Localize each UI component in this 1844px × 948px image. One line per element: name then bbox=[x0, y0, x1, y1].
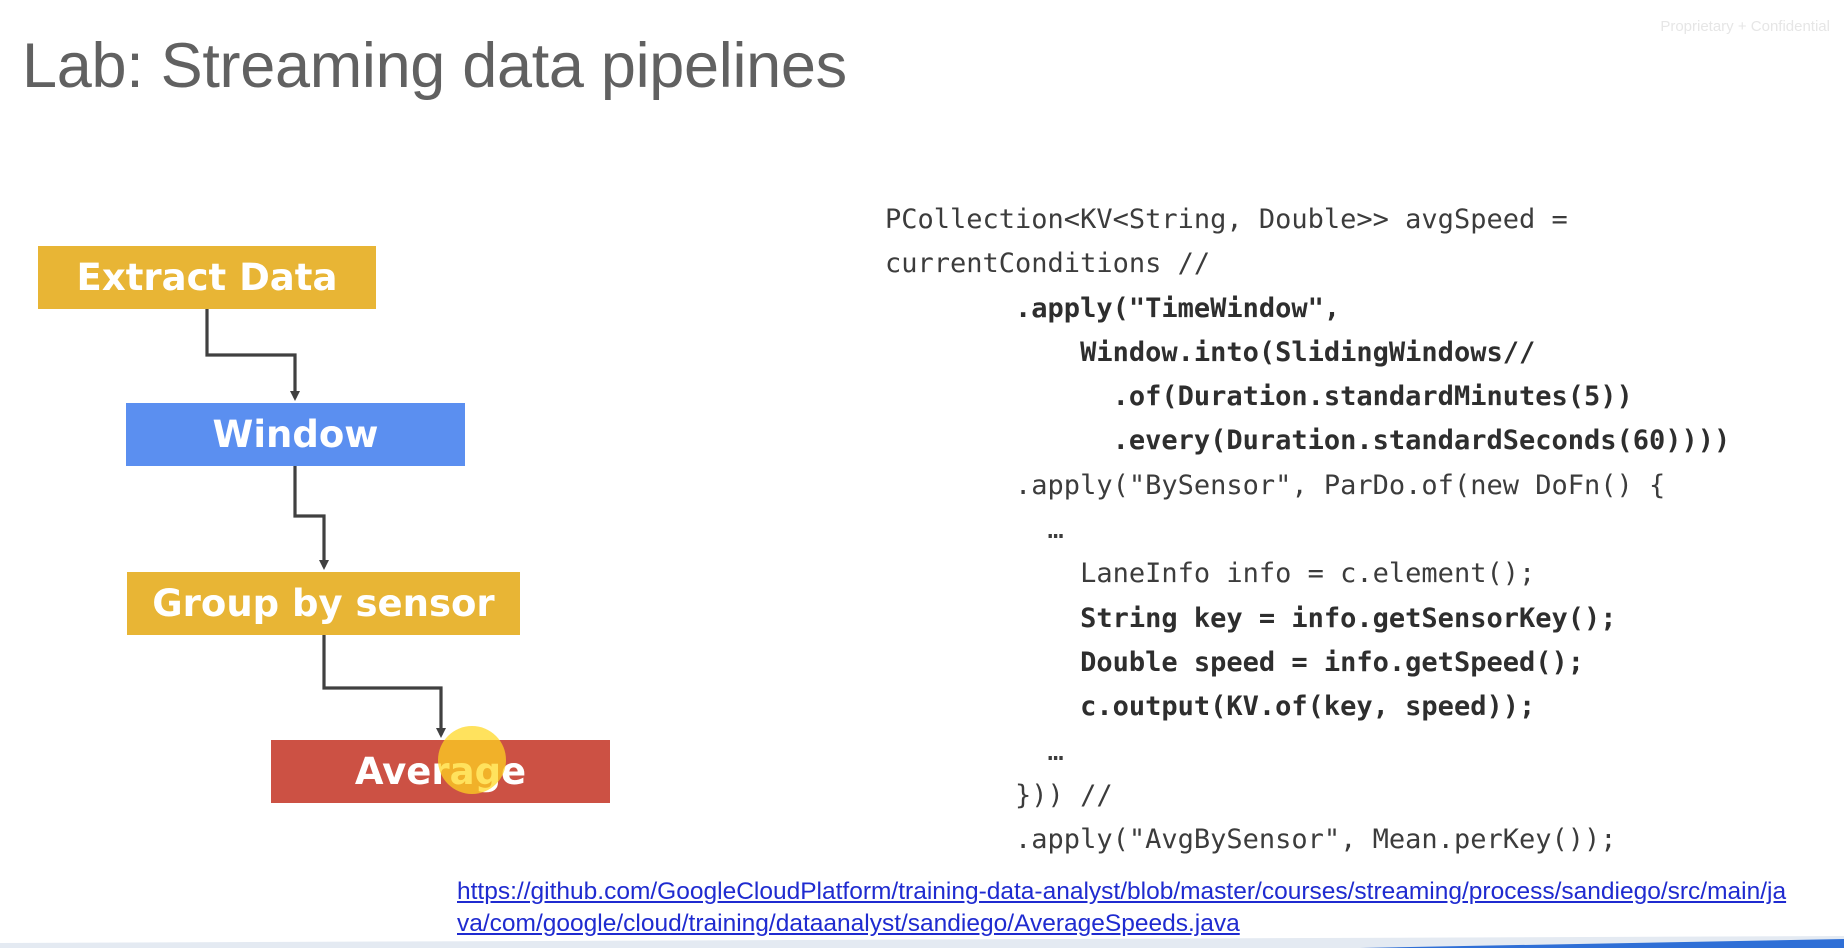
code-line: })) // bbox=[885, 779, 1113, 811]
arrow-group-to-average bbox=[322, 635, 446, 738]
pipeline-step-label: Window bbox=[212, 413, 379, 456]
arrow-window-to-group bbox=[293, 466, 329, 570]
code-line: LaneInfo info = c.element(); bbox=[885, 558, 1536, 590]
code-line: PCollection<KV<String, Double>> avgSpeed… bbox=[885, 204, 1568, 235]
code-line: … bbox=[885, 735, 1064, 767]
code-line: .apply("TimeWindow", bbox=[885, 292, 1341, 324]
code-line: String key = info.getSensorKey(); bbox=[885, 602, 1617, 634]
code-line: .every(Duration.standardSeconds(60)))) bbox=[885, 425, 1731, 457]
arrow-extract-to-window bbox=[205, 309, 300, 401]
pipeline-step-window: Window bbox=[126, 403, 465, 466]
code-block: PCollection<KV<String, Double>> avgSpeed… bbox=[885, 198, 1730, 862]
code-line: Double speed = info.getSpeed(); bbox=[885, 646, 1584, 678]
pipeline-step-label: Extract Data bbox=[76, 256, 338, 299]
code-line: … bbox=[885, 514, 1064, 546]
code-line: currentConditions // bbox=[885, 248, 1211, 280]
code-line: Window.into(SlidingWindows// bbox=[885, 336, 1536, 368]
pipeline-step-group-by-sensor: Group by sensor bbox=[127, 572, 520, 635]
cursor-highlight bbox=[438, 726, 506, 794]
pipeline-step-extract-data: Extract Data bbox=[38, 246, 376, 309]
pipeline-step-label: Group by sensor bbox=[152, 582, 495, 625]
code-line: .apply("BySensor", ParDo.of(new DoFn() { bbox=[885, 469, 1666, 501]
slide: Proprietary + Confidential Lab: Streamin… bbox=[0, 0, 1844, 948]
code-line: .of(Duration.standardMinutes(5)) bbox=[885, 381, 1633, 413]
code-line: .apply("AvgBySensor", Mean.perKey()); bbox=[885, 824, 1617, 856]
bottom-accent-band bbox=[0, 936, 1844, 948]
code-line: c.output(KV.of(key, speed)); bbox=[885, 691, 1536, 723]
